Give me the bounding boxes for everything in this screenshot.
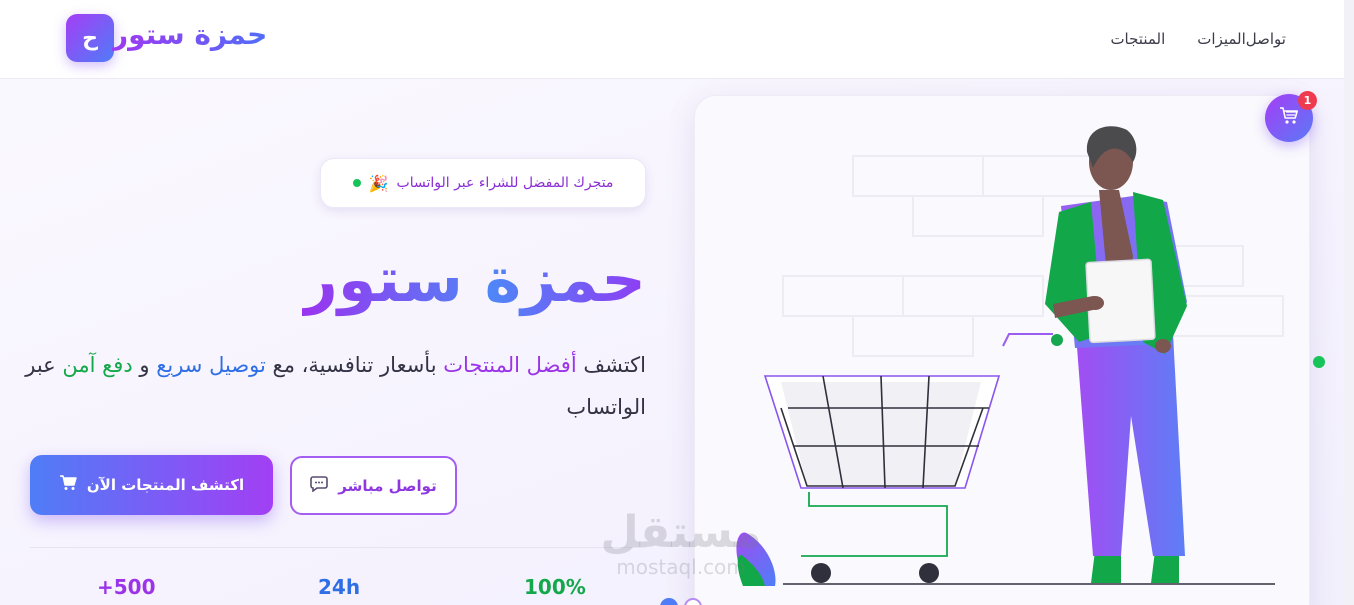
logo-badge[interactable]: ح bbox=[66, 14, 114, 62]
cart-count-badge: 1 bbox=[1298, 91, 1317, 110]
pill-text: متجرك المفضل للشراء عبر الواتساب bbox=[396, 175, 614, 191]
nav-link-products[interactable]: المنتجات bbox=[1110, 30, 1165, 48]
shopper-figure bbox=[1045, 126, 1187, 583]
hero-illustration-card bbox=[694, 95, 1310, 605]
brick-pattern bbox=[782, 155, 1284, 357]
header: ح حمزة ستور تواصل الميزات المنتجات bbox=[0, 0, 1354, 79]
contact-now-label: تواصل مباشر bbox=[338, 476, 437, 495]
carousel-dot[interactable] bbox=[684, 598, 702, 605]
nav-link-contact[interactable]: تواصل bbox=[1246, 30, 1286, 48]
brand-name[interactable]: حمزة ستور bbox=[112, 18, 267, 51]
subtitle-highlight-delivery: توصيل سريع bbox=[156, 353, 266, 377]
subtitle-highlight-products: أفضل المنتجات bbox=[443, 353, 577, 377]
party-icon: 🎉 bbox=[368, 173, 389, 193]
watermark: مستقل mostaql.com bbox=[596, 507, 766, 579]
stat-products: +500 bbox=[97, 575, 156, 599]
subtitle-part: اكتشف bbox=[576, 353, 646, 377]
decor-dot-green bbox=[1313, 356, 1325, 368]
stat-support: 24h bbox=[318, 575, 361, 599]
watermark-url: mostaql.com bbox=[616, 555, 746, 579]
subtitle-part: و bbox=[132, 353, 157, 377]
hero-tagline-pill: متجرك المفضل للشراء عبر الواتساب 🎉 bbox=[320, 158, 646, 208]
shop-now-label: اكتشف المنتجات الآن bbox=[86, 476, 245, 494]
shopping-cart-drawing bbox=[763, 333, 1063, 583]
contact-now-button[interactable]: تواصل مباشر bbox=[290, 456, 457, 515]
stat-satisfaction: 100% bbox=[524, 575, 586, 599]
carousel-dots bbox=[660, 598, 702, 605]
scrollbar-track[interactable] bbox=[1344, 0, 1354, 605]
shopping-illustration bbox=[736, 126, 1284, 586]
stats-divider bbox=[30, 547, 646, 548]
cart-icon bbox=[1279, 107, 1299, 129]
hero-subtitle: اكتشف أفضل المنتجات بأسعار تنافسية، مع ت… bbox=[6, 344, 646, 428]
logo-letter: ح bbox=[82, 25, 98, 51]
shop-now-button[interactable]: اكتشف المنتجات الآن bbox=[30, 455, 273, 515]
hero-title: حمزة ستور bbox=[302, 240, 646, 320]
carousel-dot[interactable] bbox=[660, 598, 678, 605]
status-dot bbox=[352, 179, 361, 187]
main-nav: تواصل الميزات المنتجات bbox=[1110, 30, 1286, 48]
nav-link-features[interactable]: الميزات bbox=[1197, 30, 1246, 48]
subtitle-part: بأسعار تنافسية، مع bbox=[265, 353, 444, 377]
subtitle-highlight-payment: دفع آمن bbox=[62, 353, 133, 377]
cart-icon bbox=[59, 475, 77, 495]
watermark-arabic: مستقل bbox=[600, 507, 762, 558]
chat-icon bbox=[310, 475, 329, 496]
